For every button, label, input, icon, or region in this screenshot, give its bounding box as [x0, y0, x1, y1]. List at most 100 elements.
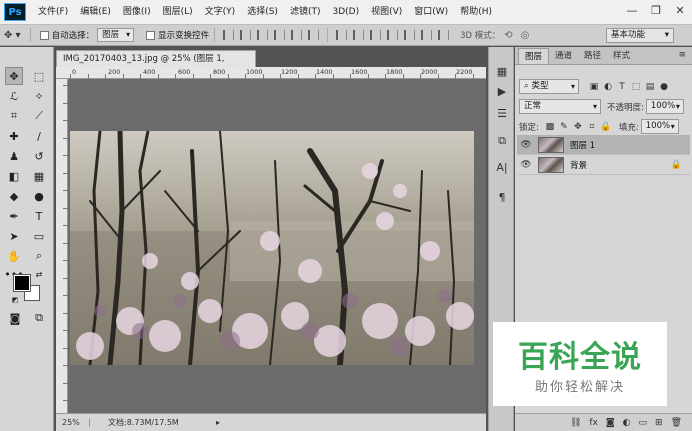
eyedropper-tool-icon[interactable]: ⟋ — [30, 107, 48, 125]
magic-wand-tool-icon[interactable]: ✧ — [30, 87, 48, 105]
visibility-eye-icon[interactable]: 👁 — [517, 160, 535, 170]
marquee-tool-icon[interactable]: ⬚ — [30, 67, 48, 85]
status-menu-icon[interactable]: ▸ — [216, 418, 220, 427]
layer-row-background[interactable]: 👁 背景 🔒 — [517, 155, 690, 175]
gradient-tool-icon[interactable]: ▦ — [30, 167, 48, 185]
clone-source-icon[interactable]: ⧉ — [494, 133, 510, 149]
distribute-bottom-icon[interactable] — [370, 30, 382, 40]
paragraph-panel-icon[interactable]: ¶ — [494, 189, 510, 205]
distribute-vcenter-icon[interactable] — [353, 30, 365, 40]
tab-layers[interactable]: 图层 — [518, 48, 550, 64]
zoom-level[interactable]: 25% — [56, 418, 90, 427]
layer-row-layer1[interactable]: 👁 图层 1 — [517, 135, 690, 155]
blur-tool-icon[interactable]: ◆ — [5, 187, 23, 205]
distribute-top-icon[interactable] — [336, 30, 348, 40]
align-top-icon[interactable] — [223, 30, 235, 40]
eraser-tool-icon[interactable]: ◧ — [5, 167, 23, 185]
crop-tool-icon[interactable]: ⌗ — [5, 107, 23, 125]
menu-window[interactable]: 窗口(W) — [408, 0, 454, 24]
adjustment-layer-icon[interactable]: ◐ — [623, 418, 631, 428]
blend-mode-dropdown[interactable]: 正常 — [519, 99, 601, 114]
tab-paths[interactable]: 路径 — [578, 48, 607, 64]
restore-button[interactable]: ❐ — [644, 0, 668, 20]
visibility-eye-icon[interactable]: 👁 — [517, 140, 535, 150]
new-layer-icon[interactable]: ⊞ — [655, 418, 663, 428]
tab-styles[interactable]: 样式 — [607, 48, 636, 64]
add-mask-icon[interactable]: ◙ — [606, 418, 615, 428]
pixel-filter-icon[interactable]: ▣ — [587, 82, 601, 92]
auto-select-dropdown[interactable]: 图层 — [97, 28, 135, 42]
minimize-button[interactable]: — — [620, 0, 644, 20]
menu-edit[interactable]: 编辑(E) — [74, 0, 117, 24]
clone-stamp-tool-icon[interactable]: ♟ — [5, 147, 23, 165]
menu-filter[interactable]: 滤镜(T) — [284, 0, 327, 24]
panel-menu-icon[interactable]: ≡ — [678, 50, 686, 60]
align-vcenter-icon[interactable] — [240, 30, 252, 40]
path-selection-tool-icon[interactable]: ➤ — [5, 227, 23, 245]
3d-roll-icon[interactable]: ◎ — [521, 30, 530, 41]
screen-mode-icon[interactable]: ⧉ — [30, 309, 48, 327]
distribute-hcenter-icon[interactable] — [404, 30, 416, 40]
filter-type-dropdown[interactable]: ⌕ 类型 — [519, 79, 579, 94]
align-right-icon[interactable] — [308, 30, 320, 40]
document-tab[interactable]: IMG_20170403_13.jpg @ 25% (图层 1, RGB/8) … — [56, 50, 256, 80]
menu-help[interactable]: 帮助(H) — [454, 0, 498, 24]
shape-filter-icon[interactable]: ⬚ — [629, 82, 643, 92]
menu-file[interactable]: 文件(F) — [32, 0, 74, 24]
menu-select[interactable]: 选择(S) — [241, 0, 284, 24]
link-layers-icon[interactable]: ⛓ — [570, 418, 581, 428]
quick-mask-icon[interactable]: ◙ — [6, 309, 24, 327]
fill-field[interactable]: 100% — [640, 119, 679, 134]
healing-brush-tool-icon[interactable]: ✚ — [5, 127, 23, 145]
auto-select-checkbox[interactable] — [39, 30, 49, 40]
default-colors-icon[interactable]: ◩ — [10, 295, 20, 305]
menu-3d[interactable]: 3D(D) — [326, 0, 365, 24]
smart-object-filter-icon[interactable]: ▤ — [643, 82, 657, 92]
move-tool-icon[interactable]: ✥ — [5, 67, 23, 85]
align-hcenter-icon[interactable] — [291, 30, 303, 40]
character-panel-icon[interactable]: A| — [494, 159, 510, 175]
opacity-field[interactable]: 100% — [645, 99, 684, 114]
menu-view[interactable]: 视图(V) — [365, 0, 408, 24]
menu-image[interactable]: 图像(I) — [117, 0, 157, 24]
hand-tool-icon[interactable]: ✋ — [5, 247, 23, 265]
new-group-icon[interactable]: ▭ — [639, 418, 648, 428]
actions-panel-icon[interactable]: ▶ — [494, 83, 510, 99]
history-panel-icon[interactable]: ▦ — [494, 63, 510, 79]
type-filter-icon[interactable]: T — [615, 82, 629, 92]
tab-channels[interactable]: 通道 — [549, 48, 578, 64]
align-bottom-icon[interactable] — [257, 30, 269, 40]
menu-layer[interactable]: 图层(L) — [157, 0, 199, 24]
distribute-left-icon[interactable] — [387, 30, 399, 40]
menu-type[interactable]: 文字(Y) — [199, 0, 242, 24]
layer-style-icon[interactable]: fx — [589, 418, 598, 428]
brush-tool-icon[interactable]: ∕ — [30, 127, 48, 145]
distribute-right-icon[interactable] — [421, 30, 433, 40]
lock-image-icon[interactable]: ✎ — [557, 122, 571, 132]
move-tool-preset-icon[interactable]: ✥ ▾ — [4, 30, 21, 41]
filter-toggle-icon[interactable]: ● — [657, 82, 671, 92]
foreground-color-swatch[interactable] — [13, 274, 31, 292]
rectangle-tool-icon[interactable]: ▭ — [30, 227, 48, 245]
auto-align-icon[interactable] — [438, 30, 450, 40]
lock-position-icon[interactable]: ✥ — [571, 122, 585, 132]
type-tool-icon[interactable]: T — [30, 207, 48, 225]
lock-all-icon[interactable]: 🔒 — [599, 122, 613, 132]
blossom-photo[interactable] — [70, 131, 474, 365]
lock-artboard-icon[interactable]: ⌗ — [585, 122, 599, 132]
show-transform-checkbox[interactable] — [146, 30, 156, 40]
zoom-tool-icon[interactable]: ⌕ — [30, 247, 48, 265]
swap-colors-icon[interactable]: ⇄ — [34, 269, 44, 279]
3d-rotate-icon[interactable]: ⟲ — [504, 30, 512, 41]
properties-panel-icon[interactable]: ☰ — [494, 105, 510, 121]
align-left-icon[interactable] — [274, 30, 286, 40]
lock-transparent-icon[interactable]: ▩ — [543, 122, 557, 132]
pen-tool-icon[interactable]: ✒ — [5, 207, 23, 225]
workspace-dropdown[interactable]: 基本功能 — [606, 28, 674, 43]
lasso-tool-icon[interactable]: ℒ — [5, 87, 23, 105]
dodge-tool-icon[interactable]: ● — [30, 187, 48, 205]
delete-layer-icon[interactable]: 🗑 — [671, 418, 682, 428]
close-button[interactable]: ✕ — [668, 0, 692, 20]
history-brush-tool-icon[interactable]: ↺ — [30, 147, 48, 165]
adjustment-filter-icon[interactable]: ◐ — [601, 82, 615, 92]
